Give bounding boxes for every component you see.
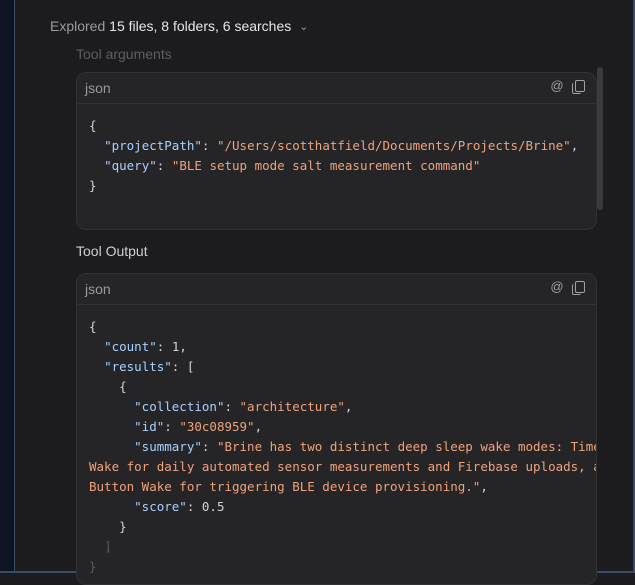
code-header: json @: [77, 73, 596, 104]
code-language: json: [85, 281, 111, 297]
tool-output-panel: json @ { "count": 1, "results": [ { "col…: [76, 273, 597, 585]
tool-arguments-label: Tool arguments: [76, 46, 172, 62]
tool-arguments-panel: json @ { "projectPath": "/Users/scotthat…: [76, 72, 597, 230]
scrollbar-thumb[interactable]: [597, 67, 603, 210]
tool-output-label: Tool Output: [76, 243, 148, 259]
code-language: json: [85, 80, 111, 96]
explored-summary-toggle[interactable]: Explored 15 files, 8 folders, 6 searches…: [50, 18, 308, 34]
tool-arguments-code: { "projectPath": "/Users/scotthatfield/D…: [89, 118, 579, 193]
explored-detail: 15 files, 8 folders, 6 searches: [109, 18, 292, 34]
at-icon[interactable]: @: [550, 79, 564, 93]
window-border: [14, 0, 15, 573]
window-edge: [0, 0, 14, 573]
chevron-down-icon: ⌄: [299, 21, 309, 33]
copy-icon[interactable]: [572, 280, 586, 295]
copy-icon[interactable]: [572, 79, 586, 94]
explored-prefix: Explored: [50, 18, 106, 34]
tool-output-code: { "count": 1, "results": [ { "collection…: [89, 319, 597, 574]
code-header: json @: [77, 274, 596, 305]
at-icon[interactable]: @: [550, 280, 564, 294]
